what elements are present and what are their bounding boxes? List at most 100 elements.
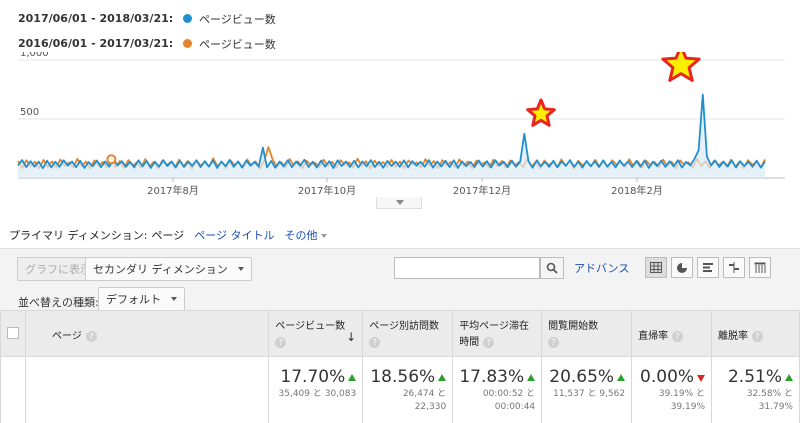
summary-pct: 20.65% <box>549 367 615 387</box>
x-tick-label: 2017年8月 <box>147 184 199 197</box>
view-data-button[interactable] <box>645 257 667 278</box>
arrow-up-icon <box>527 373 536 381</box>
column-header-label: 直帰率 <box>638 331 669 342</box>
arrow-up-icon <box>785 373 793 381</box>
summary-pct: 17.83% <box>459 367 525 387</box>
summary-compare: 32.58% と <box>746 389 793 399</box>
legend-label-previous: ページビュー数 <box>199 37 276 51</box>
primary-dimension-title: プライマリ ディメンション: <box>9 229 148 242</box>
chevron-down-icon <box>171 297 177 301</box>
chart-expand-toggle[interactable] <box>376 197 422 209</box>
dimension-link-other[interactable]: その他 <box>285 229 318 242</box>
chevron-down-icon <box>237 267 244 271</box>
help-icon[interactable]: ? <box>85 330 97 342</box>
summary-label-cell <box>24 356 270 423</box>
help-icon[interactable]: ? <box>548 336 560 348</box>
sort-descending-icon: ↓ <box>346 330 357 344</box>
comparison-icon <box>729 262 739 273</box>
sort-type-label: 並べ替えの種類: <box>18 296 99 309</box>
summary-compare: 11,537 と 9,562 <box>553 389 626 399</box>
help-icon[interactable]: ? <box>369 336 381 348</box>
dimension-link-other-wrap[interactable]: その他 <box>285 227 327 243</box>
pivot-icon <box>754 262 766 273</box>
select-all-cell <box>0 310 26 357</box>
y-tick-label: 500 <box>20 107 39 118</box>
chart-legend: 2017/06/01 - 2018/03/21: ページビュー数 2016/06… <box>18 6 276 56</box>
help-icon[interactable]: ? <box>483 336 495 348</box>
grid-icon <box>650 262 662 273</box>
column-header-label: ページビュー数 <box>275 321 346 332</box>
annotation-marker <box>106 154 117 165</box>
secondary-dimension-dropdown[interactable]: セカンダリ ディメンション <box>85 257 252 281</box>
view-pie-button[interactable] <box>671 257 693 278</box>
table-summary-row: 17.70% 35,409 と 30,083 18.56% 26,474 と 2… <box>0 356 800 423</box>
x-tick-label: 2017年10月 <box>298 184 356 197</box>
column-header-entrances[interactable]: 閲覧開始数? <box>541 310 633 357</box>
primary-dimension-current: ページ <box>151 229 185 242</box>
summary-pct: 17.70% <box>280 367 346 387</box>
column-header-label: ページ別訪問数 <box>369 321 440 332</box>
star-icon <box>526 98 556 127</box>
summary-compare: 22,330 <box>414 402 447 412</box>
summary-cell-avg-time: 17.83% 00:00:52 と 00:00:44 <box>452 356 543 423</box>
view-pivot-button[interactable] <box>749 257 771 278</box>
y-tick-label: 1,000 <box>20 52 49 59</box>
summary-checkbox-cell <box>0 356 26 423</box>
bar-list-icon <box>703 263 713 272</box>
column-header-label: 閲覧開始数 <box>548 321 599 332</box>
summary-cell-pageviews: 17.70% 35,409 と 30,083 <box>268 356 364 423</box>
arrow-down-icon <box>697 374 706 382</box>
column-header-exit-rate[interactable]: 離脱率? <box>711 310 800 357</box>
legend-range-previous: 2016/06/01 - 2017/03/21: <box>18 37 174 50</box>
star-icon <box>661 52 701 82</box>
arrow-up-icon <box>438 373 447 381</box>
column-header-avg-time[interactable]: 平均ページ滞在時間? <box>452 310 543 357</box>
summary-cell-bounce-rate: 0.00% 39.19% と 39.19% <box>631 356 713 423</box>
help-icon[interactable]: ? <box>672 330 684 342</box>
table-header-row: ページ? ページビュー数? ↓ ページ別訪問数? 平均ページ滞在時間? 閲覧開始数… <box>0 310 800 357</box>
advanced-filter-link[interactable]: アドバンス <box>574 260 629 276</box>
column-header-unique-pageviews[interactable]: ページ別訪問数? <box>362 310 454 357</box>
arrow-up-icon <box>348 373 357 381</box>
summary-cell-exit-rate: 2.51% 32.58% と 31.79% <box>711 356 800 423</box>
search-button[interactable] <box>540 257 564 279</box>
summary-compare: 00:00:44 <box>494 402 536 412</box>
summary-compare: 39.19% <box>670 402 706 412</box>
column-header-label: 離脱率 <box>718 331 749 342</box>
x-tick-label: 2018年2月 <box>611 184 663 197</box>
view-performance-button[interactable] <box>697 257 719 278</box>
column-header-bounce-rate[interactable]: 直帰率? <box>631 310 713 357</box>
summary-compare: 00:00:52 と <box>482 389 536 399</box>
report-table: ページ? ページビュー数? ↓ ページ別訪問数? 平均ページ滞在時間? 閲覧開始数… <box>0 310 800 423</box>
help-icon[interactable]: ? <box>752 330 764 342</box>
summary-cell-unique-pageviews: 18.56% 26,474 と 22,330 <box>362 356 454 423</box>
dimension-link-page-title[interactable]: ページ タイトル <box>194 227 274 243</box>
series-line-current <box>17 93 766 170</box>
legend-range-current: 2017/06/01 - 2018/03/21: <box>18 12 174 25</box>
summary-pct: 18.56% <box>370 367 436 387</box>
legend-label-current: ページビュー数 <box>199 12 276 26</box>
summary-compare: 39.19% と <box>658 389 706 399</box>
pageview-line-chart[interactable]: 1,000 500 2017年8月 2017年10月 2017年12月 2018年2月 <box>0 52 800 198</box>
sort-type-dropdown[interactable]: デフォルト <box>98 287 185 311</box>
summary-pct: 0.00% <box>640 367 695 387</box>
primary-dimension-bar: プライマリ ディメンション: ページ ページ タイトル その他 <box>9 227 327 243</box>
summary-compare: 26,474 と <box>402 389 447 399</box>
table-search-input[interactable] <box>394 257 540 279</box>
secondary-dimension-label: セカンダリ ディメンション <box>93 263 228 276</box>
legend-row-current: 2017/06/01 - 2018/03/21: ページビュー数 <box>18 6 276 31</box>
x-tick-label: 2017年12月 <box>453 184 511 197</box>
help-icon[interactable]: ? <box>275 336 287 348</box>
select-all-checkbox[interactable] <box>7 327 19 339</box>
summary-cell-entrances: 20.65% 11,537 と 9,562 <box>541 356 633 423</box>
column-header-label: 平均ページ滞在時間 <box>459 321 529 348</box>
column-header-pageviews[interactable]: ページビュー数? ↓ <box>268 310 364 357</box>
summary-pct: 2.51% <box>727 367 782 387</box>
summary-compare: 31.79% <box>758 402 793 412</box>
report-toolbar: グラフに表示 セカンダリ ディメンション 並べ替えの種類: デフォルト アドバン… <box>0 248 800 311</box>
view-comparison-button[interactable] <box>723 257 745 278</box>
arrow-up-icon <box>617 373 626 381</box>
search-icon <box>546 262 558 274</box>
column-header-page[interactable]: ページ? <box>24 310 270 357</box>
summary-compare: 35,409 と 30,083 <box>278 389 357 399</box>
